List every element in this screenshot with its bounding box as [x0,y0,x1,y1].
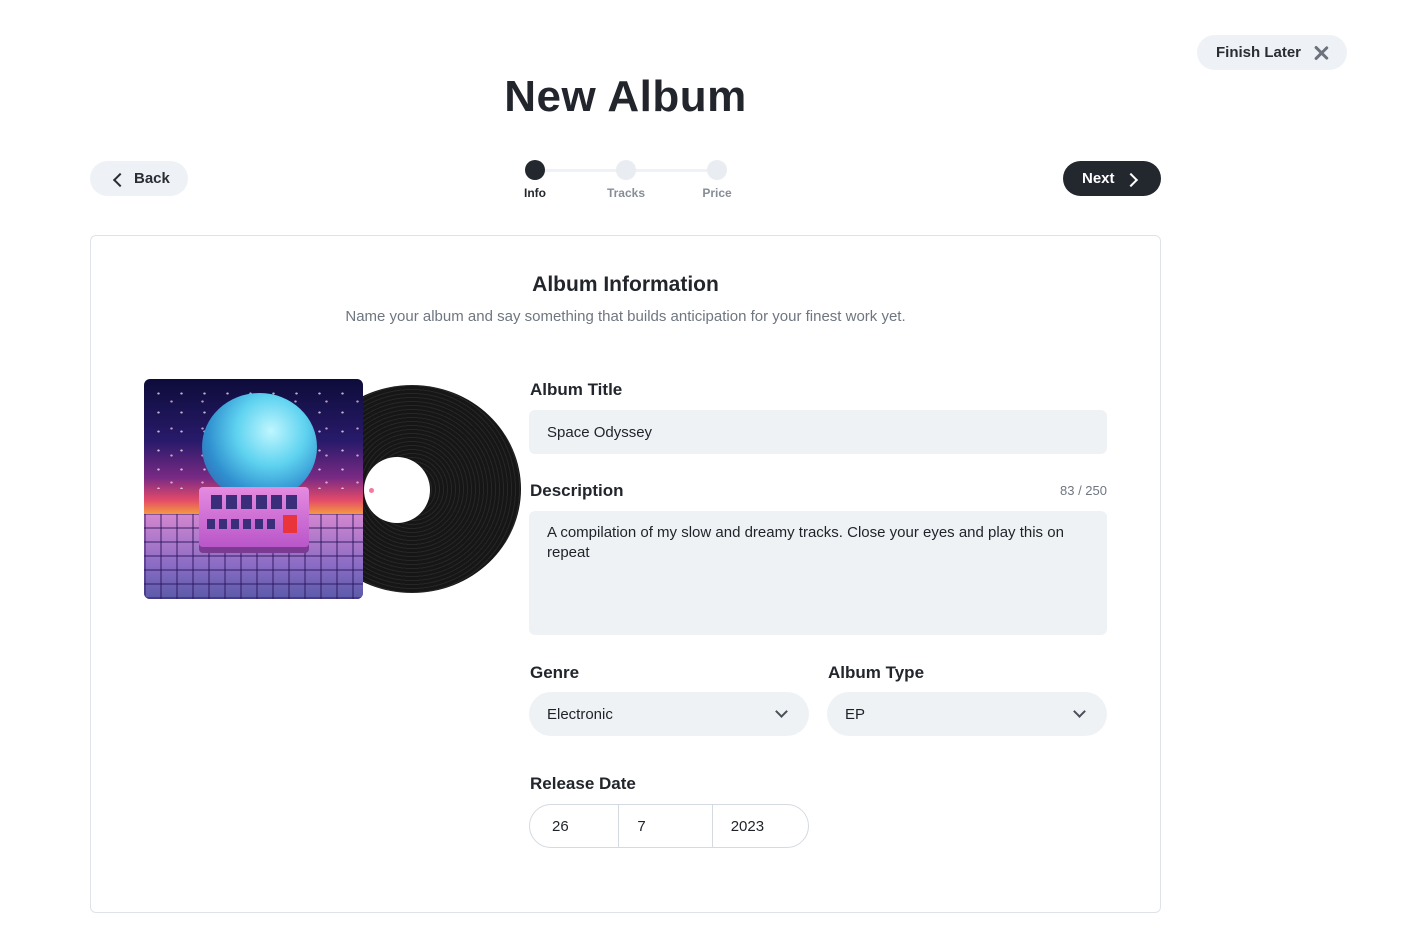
step-label: Tracks [606,186,646,200]
step-price[interactable]: Price [687,160,747,200]
next-button[interactable]: Next [1063,161,1161,196]
description-value: A compilation of my slow and dreamy trac… [547,524,1064,561]
progress-stepper: Info Tracks Price [505,160,745,205]
cover-globe [202,393,317,501]
back-label: Back [134,170,170,187]
release-date-input-group: 26 7 2023 [529,804,809,848]
chevron-down-icon [1075,707,1085,717]
cover-knob [283,515,297,533]
genre-label: Genre [530,663,580,682]
album-type-select[interactable]: EP [827,692,1107,736]
release-year-input[interactable]: 2023 [711,805,808,847]
finish-later-label: Finish Later [1216,44,1302,61]
description-textarea[interactable]: A compilation of my slow and dreamy trac… [529,511,1107,635]
step-tracks[interactable]: Tracks [596,160,656,200]
release-day-input[interactable]: 26 [530,805,618,847]
step-label: Price [702,186,732,200]
back-button[interactable]: Back [90,161,188,196]
page-title: New Album [504,72,747,121]
chevron-down-icon [777,707,787,717]
album-type-label: Album Type [828,663,925,682]
step-label: Info [524,186,546,200]
step-dot [525,160,545,180]
genre-value: Electronic [547,705,613,723]
chevron-right-icon [1127,174,1137,184]
finish-later-button[interactable]: Finish Later [1197,35,1347,70]
cover-synth-machine [199,487,309,547]
release-day-value: 26 [552,817,569,835]
card-title: Album Information [532,273,719,296]
album-type-value: EP [845,705,866,723]
next-label: Next [1082,170,1115,187]
album-cover-image [144,379,363,599]
release-date-label: Release Date [530,774,636,793]
release-month-input[interactable]: 7 [618,805,711,847]
description-char-counter: 83 / 250 [1060,483,1107,498]
album-title-input[interactable]: Space Odyssey [529,410,1107,454]
step-dot [616,160,636,180]
description-label: Description [530,481,624,500]
album-artwork[interactable] [144,379,521,599]
cover-keys-lower [207,519,277,529]
album-title-label: Album Title [530,380,623,399]
album-title-value: Space Odyssey [547,423,653,441]
card-subtitle: Name your album and say something that b… [345,308,906,325]
genre-select[interactable]: Electronic [529,692,809,736]
release-year-value: 2023 [730,817,765,835]
step-dot [707,160,727,180]
release-month-value: 7 [637,817,646,835]
step-info[interactable]: Info [505,160,565,200]
vinyl-pin [369,488,374,493]
close-icon[interactable] [1313,45,1329,61]
chevron-left-icon [112,174,122,184]
cover-keys [211,495,297,509]
